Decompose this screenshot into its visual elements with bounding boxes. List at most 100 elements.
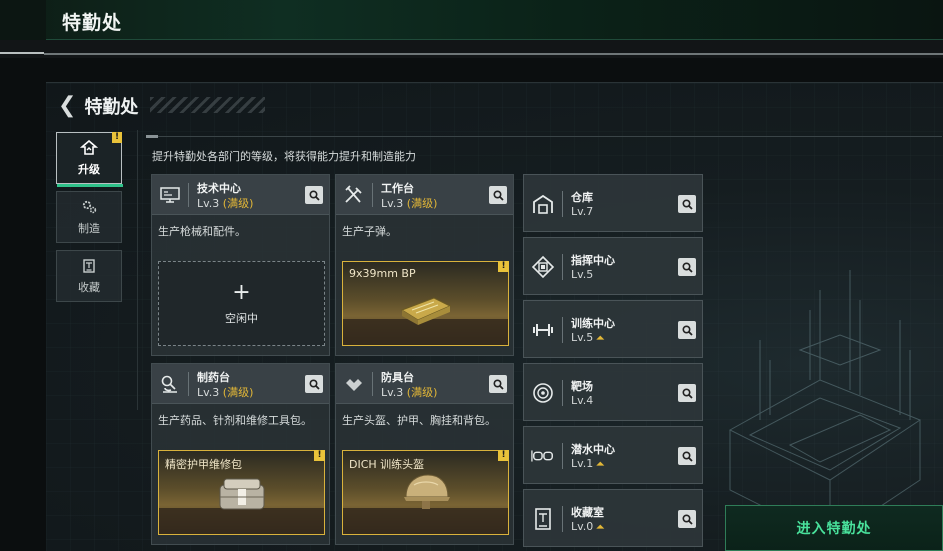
inspect-button[interactable] (489, 375, 507, 393)
dumbbell-icon (531, 318, 555, 342)
header-separator (188, 183, 189, 207)
production-slot[interactable]: 9x39mm BP ! (342, 261, 509, 346)
section-divider (146, 135, 942, 138)
inspect-button[interactable] (678, 510, 696, 528)
repair-kit-icon (219, 478, 264, 510)
helmet-icon (403, 474, 450, 509)
room-separator (562, 443, 563, 469)
workshop-description: 生产子弹。 (342, 225, 397, 238)
workshop-card-armor-bench[interactable]: 防具台 Lv.3 (满级) 生产头盔、护甲、胸挂和背包。 DICH 训练头盔 ! (335, 363, 514, 545)
level-value: Lv.1 (571, 457, 594, 470)
slot-badge: ! (498, 261, 509, 272)
enter-special-ops-button[interactable]: 进入特勤处 (725, 505, 943, 551)
room-name: 训练中心 (571, 317, 615, 330)
inspect-button[interactable] (678, 258, 696, 276)
level-value: Lv.3 (197, 197, 220, 210)
room-command-center[interactable]: 指挥中心 Lv.5 (523, 237, 703, 295)
room-warehouse[interactable]: 仓库 Lv.7 (523, 174, 703, 232)
search-icon (492, 378, 504, 390)
max-level-tag: (满级) (406, 386, 438, 399)
search-icon (492, 189, 504, 201)
upgrade-icon (80, 139, 98, 155)
inspect-button[interactable] (678, 447, 696, 465)
back-chevron-icon[interactable]: ❮ (58, 95, 76, 117)
inspect-button[interactable] (305, 186, 323, 204)
room-shooting-range[interactable]: 靶场 Lv.4 (523, 363, 703, 421)
title-decoration (150, 97, 265, 113)
header-subbar (0, 40, 943, 58)
tab-craft[interactable]: 制造 (56, 191, 122, 243)
workshop-level: Lv.3 (满级) (197, 195, 253, 211)
room-level: Lv.5 (571, 268, 594, 281)
computer-icon (159, 184, 181, 206)
room-level: Lv.0 ⏶ (571, 520, 604, 533)
top-header: 特勤处 (0, 0, 943, 40)
search-icon (681, 261, 693, 273)
header-separator (372, 372, 373, 396)
back-title[interactable]: ❮ 特勤处 (58, 93, 138, 119)
max-level-tag: (满级) (222, 197, 254, 210)
chip-icon (531, 255, 555, 279)
room-training-center[interactable]: 训练中心 Lv.5 ⏶ (523, 300, 703, 358)
slot-status: 空闲中 (225, 311, 258, 325)
inspect-button[interactable] (678, 195, 696, 213)
product-name: 9x39mm BP (349, 267, 416, 280)
room-separator (562, 254, 563, 280)
search-icon (308, 189, 320, 201)
workshop-card-tech-center[interactable]: 技术中心 Lv.3 (满级) 生产枪械和配件。 + 空闲中 (151, 174, 330, 356)
room-separator (562, 506, 563, 532)
workshop-name: 工作台 (381, 182, 414, 195)
collection-icon (83, 258, 95, 273)
workshop-level: Lv.3 (满级) (381, 195, 437, 211)
search-icon (681, 513, 693, 525)
room-separator (562, 191, 563, 217)
card-header: 技术中心 Lv.3 (满级) (152, 175, 329, 215)
production-slot-idle[interactable]: + 空闲中 (158, 261, 325, 346)
room-separator (562, 317, 563, 343)
card-header: 防具台 Lv.3 (满级) (336, 364, 513, 404)
room-collection-room[interactable]: 收藏室 Lv.0 ⏶ (523, 489, 703, 547)
search-icon (681, 198, 693, 210)
tab-collection[interactable]: 收藏 (56, 250, 122, 302)
header-line-active (0, 52, 44, 54)
panel-description: 提升特勤处各部门的等级，将获得能力提升和制造能力 (152, 150, 416, 163)
level-value: Lv.0 (571, 520, 594, 533)
card-header: 工作台 Lv.3 (满级) (336, 175, 513, 215)
upgrade-available-icon: ⏶ (596, 522, 605, 533)
room-level: Lv.7 (571, 205, 594, 218)
workshop-name: 制药台 (197, 371, 230, 384)
ammo-box-icon (400, 297, 451, 325)
workshop-name: 技术中心 (197, 182, 241, 195)
search-icon (681, 324, 693, 336)
header-accent (0, 0, 46, 40)
page-title: 特勤处 (62, 12, 123, 34)
workshop-card-workbench[interactable]: 工作台 Lv.3 (满级) 生产子弹。 9x39mm BP ! (335, 174, 514, 356)
room-name: 潜水中心 (571, 443, 615, 456)
inspect-button[interactable] (305, 375, 323, 393)
workshop-description: 生产枪械和配件。 (158, 225, 246, 238)
production-slot[interactable]: 精密护甲维修包 ! (158, 450, 325, 535)
production-slot[interactable]: DICH 训练头盔 ! (342, 450, 509, 535)
search-icon (681, 387, 693, 399)
inspect-button[interactable] (489, 186, 507, 204)
microscope-icon (159, 373, 181, 395)
add-icon: + (232, 279, 251, 305)
search-icon (308, 378, 320, 390)
upgrade-available-icon: ⏶ (596, 333, 605, 344)
slot-badge: ! (498, 450, 509, 461)
inspect-button[interactable] (678, 384, 696, 402)
header-separator (188, 372, 189, 396)
tab-craft-label: 制造 (78, 221, 100, 235)
room-diving-center[interactable]: 潜水中心 Lv.1 ⏶ (523, 426, 703, 484)
product-name: 精密护甲维修包 (165, 458, 242, 471)
tab-active-indicator (57, 184, 123, 187)
gears-icon (82, 200, 97, 213)
inspect-button[interactable] (678, 321, 696, 339)
workshop-name: 防具台 (381, 371, 414, 384)
tab-upgrade[interactable]: 升级 ! (56, 132, 123, 187)
room-name: 靶场 (571, 380, 593, 393)
upgrade-available-icon: ⏶ (596, 459, 605, 470)
hq-building-art (728, 270, 922, 541)
workshop-card-pharmacy[interactable]: 制药台 Lv.3 (满级) 生产药品、针剂和维修工具包。 精密护甲维修包 ! (151, 363, 330, 545)
room-name: 仓库 (571, 191, 593, 204)
